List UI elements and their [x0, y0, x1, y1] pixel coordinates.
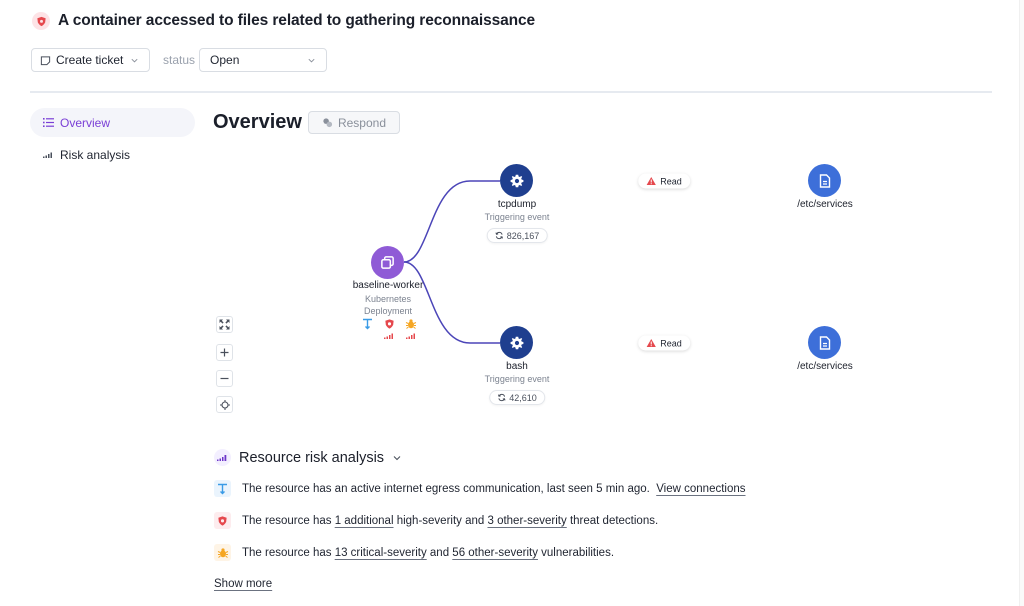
show-more-link[interactable]: Show more [214, 578, 272, 590]
source-node-name: baseline-worker [352, 280, 424, 291]
shield-icon [384, 319, 394, 329]
source-node-baseline-worker[interactable] [371, 246, 404, 279]
layers-icon [381, 256, 394, 269]
fit-view-button[interactable] [216, 316, 233, 333]
bug-icon [214, 544, 231, 561]
edge-label-text: Read [660, 176, 682, 186]
fit-view-icon [219, 319, 230, 330]
file-node-name: /etc/services [797, 199, 853, 210]
risk-item-text: The resource has [242, 514, 335, 527]
refresh-icon [495, 231, 504, 240]
additional-threats-link[interactable]: 1 additional [335, 515, 394, 527]
chevron-down-icon [393, 455, 401, 460]
egress-badge[interactable] [360, 318, 374, 339]
process-node-tcpdump[interactable] [500, 164, 533, 197]
risk-analysis-header[interactable]: Resource risk analysis [214, 449, 402, 466]
source-node-type-line2: Deployment [363, 306, 413, 316]
minus-icon [220, 377, 229, 380]
risk-item-text: The resource has an active internet egre… [242, 482, 650, 495]
file-icon [819, 335, 830, 350]
threat-badge[interactable] [382, 318, 396, 339]
risk-item-egress: The resource has an active internet egre… [214, 480, 746, 497]
center-view-button[interactable] [216, 396, 233, 413]
plus-icon [220, 348, 229, 357]
egress-icon [214, 480, 231, 497]
file-node-etc-services[interactable] [808, 326, 841, 359]
gear-icon [510, 336, 523, 349]
risk-item-text: The resource has [242, 546, 335, 559]
refresh-icon [497, 393, 506, 402]
egress-icon [362, 318, 372, 330]
process-node-bash[interactable] [500, 326, 533, 359]
view-connections-link[interactable]: View connections [656, 483, 745, 495]
crosshair-icon [219, 399, 230, 410]
warning-icon [646, 339, 656, 347]
severity-bars-icon [384, 333, 393, 339]
risk-item-threats: The resource has 1 additional high-sever… [214, 512, 658, 529]
risk-analysis-title: Resource risk analysis [239, 449, 385, 466]
vulnerability-badge[interactable] [404, 318, 418, 339]
bug-icon [405, 319, 417, 329]
other-severity-threats-link[interactable]: 3 other-severity [487, 515, 566, 527]
process-node-subtitle: Triggering event [484, 374, 550, 384]
event-count: 826,167 [506, 230, 540, 241]
source-node-badges [360, 318, 418, 339]
risk-item-text: vulnerabilities. [537, 546, 615, 559]
risk-item-text: threat detections. [566, 514, 659, 527]
zoom-in-button[interactable] [216, 344, 233, 361]
critical-vulnerabilities-link[interactable]: 13 critical-severity [335, 547, 427, 559]
risk-item-text: high-severity and [393, 514, 488, 527]
risk-item-vulnerabilities: The resource has 13 critical-severity an… [214, 544, 614, 561]
process-node-name: tcpdump [497, 199, 537, 210]
file-node-name: /etc/services [797, 361, 853, 372]
edge-label-text: Read [660, 338, 682, 348]
zoom-out-button[interactable] [216, 370, 233, 387]
process-node-subtitle: Triggering event [484, 212, 550, 222]
source-node-type-line1: Kubernetes [364, 294, 412, 304]
edge-source-to-bash [403, 261, 500, 344]
warning-icon [646, 177, 656, 185]
file-node-etc-services[interactable] [808, 164, 841, 197]
event-count: 42,610 [509, 392, 537, 403]
severity-bars-icon [406, 333, 415, 339]
shield-icon [214, 512, 231, 529]
signal-bars-icon [214, 449, 231, 466]
event-count-pill[interactable]: 42,610 [489, 390, 545, 405]
gear-icon [510, 174, 523, 187]
process-node-name: bash [506, 361, 528, 372]
edge-label-read[interactable]: Read [638, 335, 690, 351]
file-icon [819, 173, 830, 188]
edge-label-read[interactable]: Read [638, 173, 690, 189]
other-severity-vulnerabilities-link[interactable]: 56 other-severity [452, 547, 538, 559]
risk-item-text: and [426, 546, 453, 559]
event-count-pill[interactable]: 826,167 [486, 228, 548, 243]
